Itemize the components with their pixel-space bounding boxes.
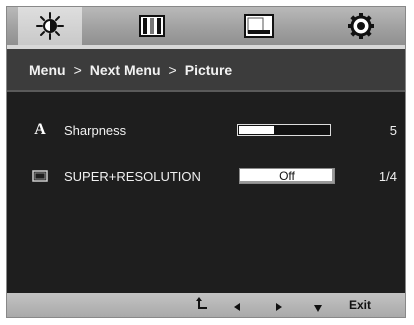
sharpness-value: 5 [389,123,397,138]
settings-gear-icon [348,13,374,39]
screen-display-icon [244,14,274,38]
exit-button[interactable]: Exit [349,298,371,312]
right-arrow-icon[interactable] [275,300,282,314]
super-resolution-toggle[interactable]: Off [239,168,335,184]
tab-picture[interactable] [18,7,82,45]
sharpness-glyph: A [34,121,46,138]
brightness-icon [36,12,64,40]
breadcrumb-next-menu: Next Menu [89,61,161,78]
super-resolution-label: SUPER+RESOLUTION [64,169,201,184]
breadcrumb-separator: > [73,61,82,78]
sharpness-slider-fill [239,126,274,134]
sharpness-slider[interactable] [237,124,331,136]
osd-menu-window: Menu > Next Menu > Picture A Sharpness 5… [6,6,406,318]
tab-bar [7,7,405,49]
super-resolution-icon [31,167,49,185]
super-resolution-value: 1/4 [378,169,397,184]
tab-display[interactable] [227,7,291,45]
breadcrumb-menu: Menu [29,61,66,78]
color-bars-icon [139,15,165,37]
monitor-icon [32,170,48,182]
tab-color[interactable] [120,7,184,45]
left-arrow-icon[interactable] [234,300,241,314]
breadcrumb: Menu > Next Menu > Picture [7,49,405,92]
breadcrumb-separator: > [168,61,177,78]
return-icon[interactable] [196,296,208,313]
down-arrow-icon[interactable] [314,301,322,315]
sharpness-label: Sharpness [64,123,127,138]
sharpness-row[interactable]: A Sharpness 5 [7,119,405,143]
breadcrumb-picture: Picture [184,61,233,78]
tab-settings[interactable] [329,7,393,45]
sharpness-icon: A [31,121,49,139]
super-resolution-row[interactable]: SUPER+RESOLUTION Off 1/4 [7,165,405,189]
bottom-nav-bar: Exit [7,293,405,317]
